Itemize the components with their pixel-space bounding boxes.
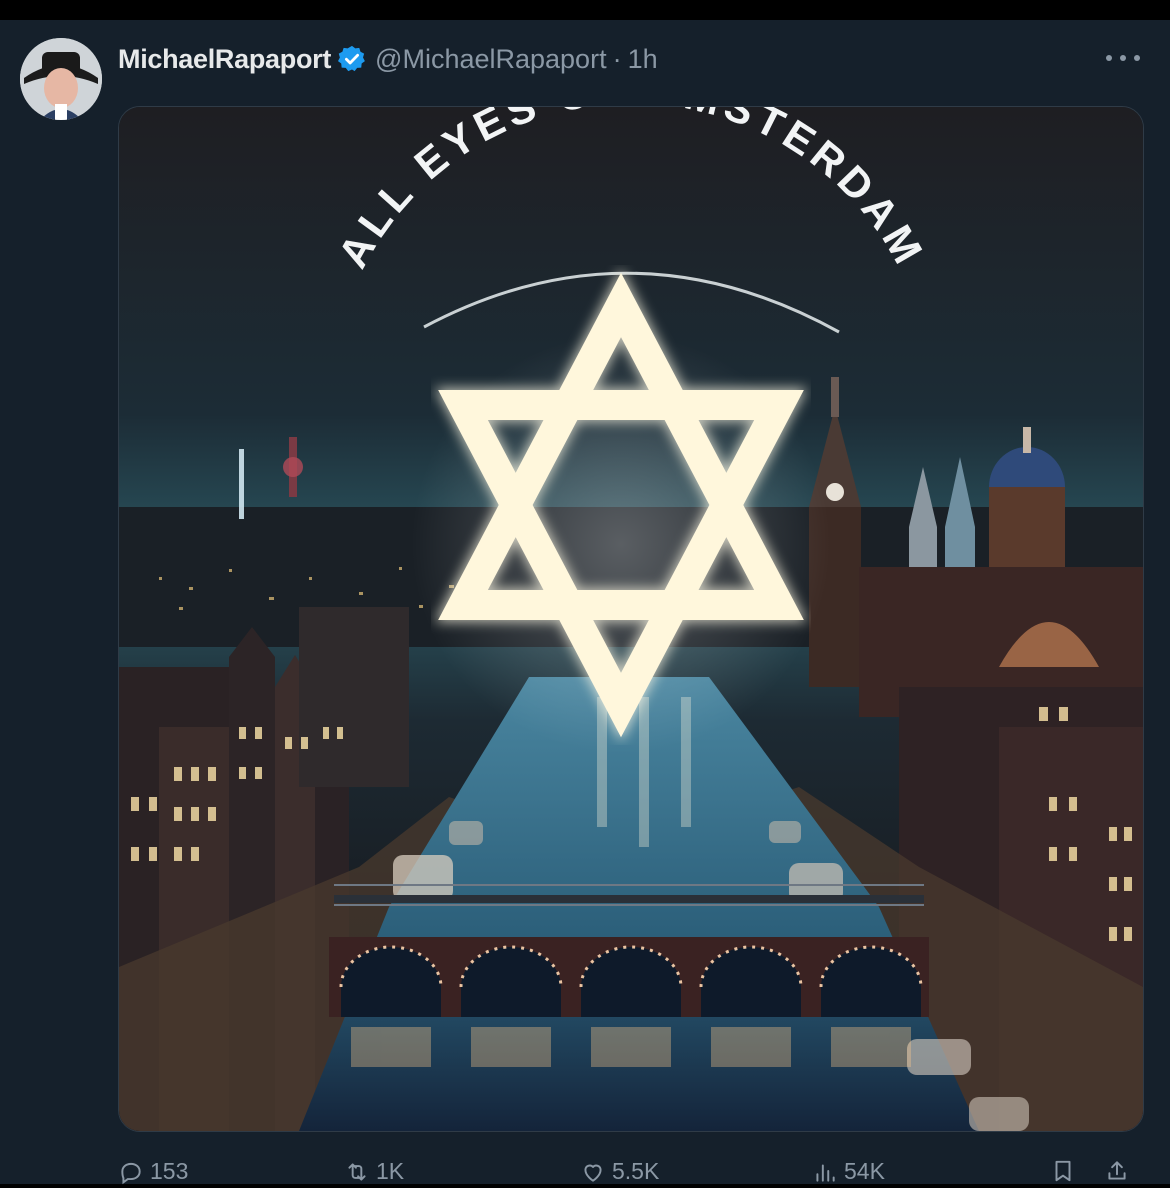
more-horizontal-icon[interactable]	[1106, 46, 1140, 70]
views-button[interactable]: 54K	[812, 1158, 885, 1185]
like-count: 5.5K	[612, 1158, 660, 1184]
tweet-image[interactable]: ALL EYES ON AMSTERDAM	[118, 106, 1144, 1132]
display-name[interactable]: MichaelRapaport	[118, 44, 331, 75]
retweet-button[interactable]: 1K	[344, 1158, 404, 1185]
like-button[interactable]: 5.5K	[580, 1158, 659, 1185]
separator-dot: ·	[612, 43, 622, 74]
status-bar	[0, 0, 1170, 20]
timestamp[interactable]: 1h	[628, 44, 658, 75]
retweet-count: 1K	[376, 1158, 405, 1184]
bookmark-icon	[1055, 1160, 1071, 1182]
handle[interactable]: @MichaelRapaport	[375, 44, 607, 75]
retweet-icon	[348, 1162, 366, 1181]
views-icon	[816, 1164, 835, 1182]
share-button[interactable]	[1104, 1158, 1136, 1184]
reply-button[interactable]: 153	[118, 1158, 188, 1185]
share-icon	[1108, 1161, 1126, 1180]
avatar[interactable]	[20, 38, 102, 120]
bookmark-button[interactable]	[1050, 1158, 1082, 1184]
verified-badge-icon	[337, 44, 367, 74]
tweet-header: MichaelRapaport @MichaelRapaport · 1h	[118, 42, 658, 76]
reply-count: 153	[150, 1158, 189, 1184]
tweet[interactable]: MichaelRapaport @MichaelRapaport · 1h AL…	[0, 20, 1170, 1184]
reply-icon	[121, 1162, 141, 1184]
views-count: 54K	[844, 1158, 885, 1184]
like-icon	[584, 1164, 602, 1182]
